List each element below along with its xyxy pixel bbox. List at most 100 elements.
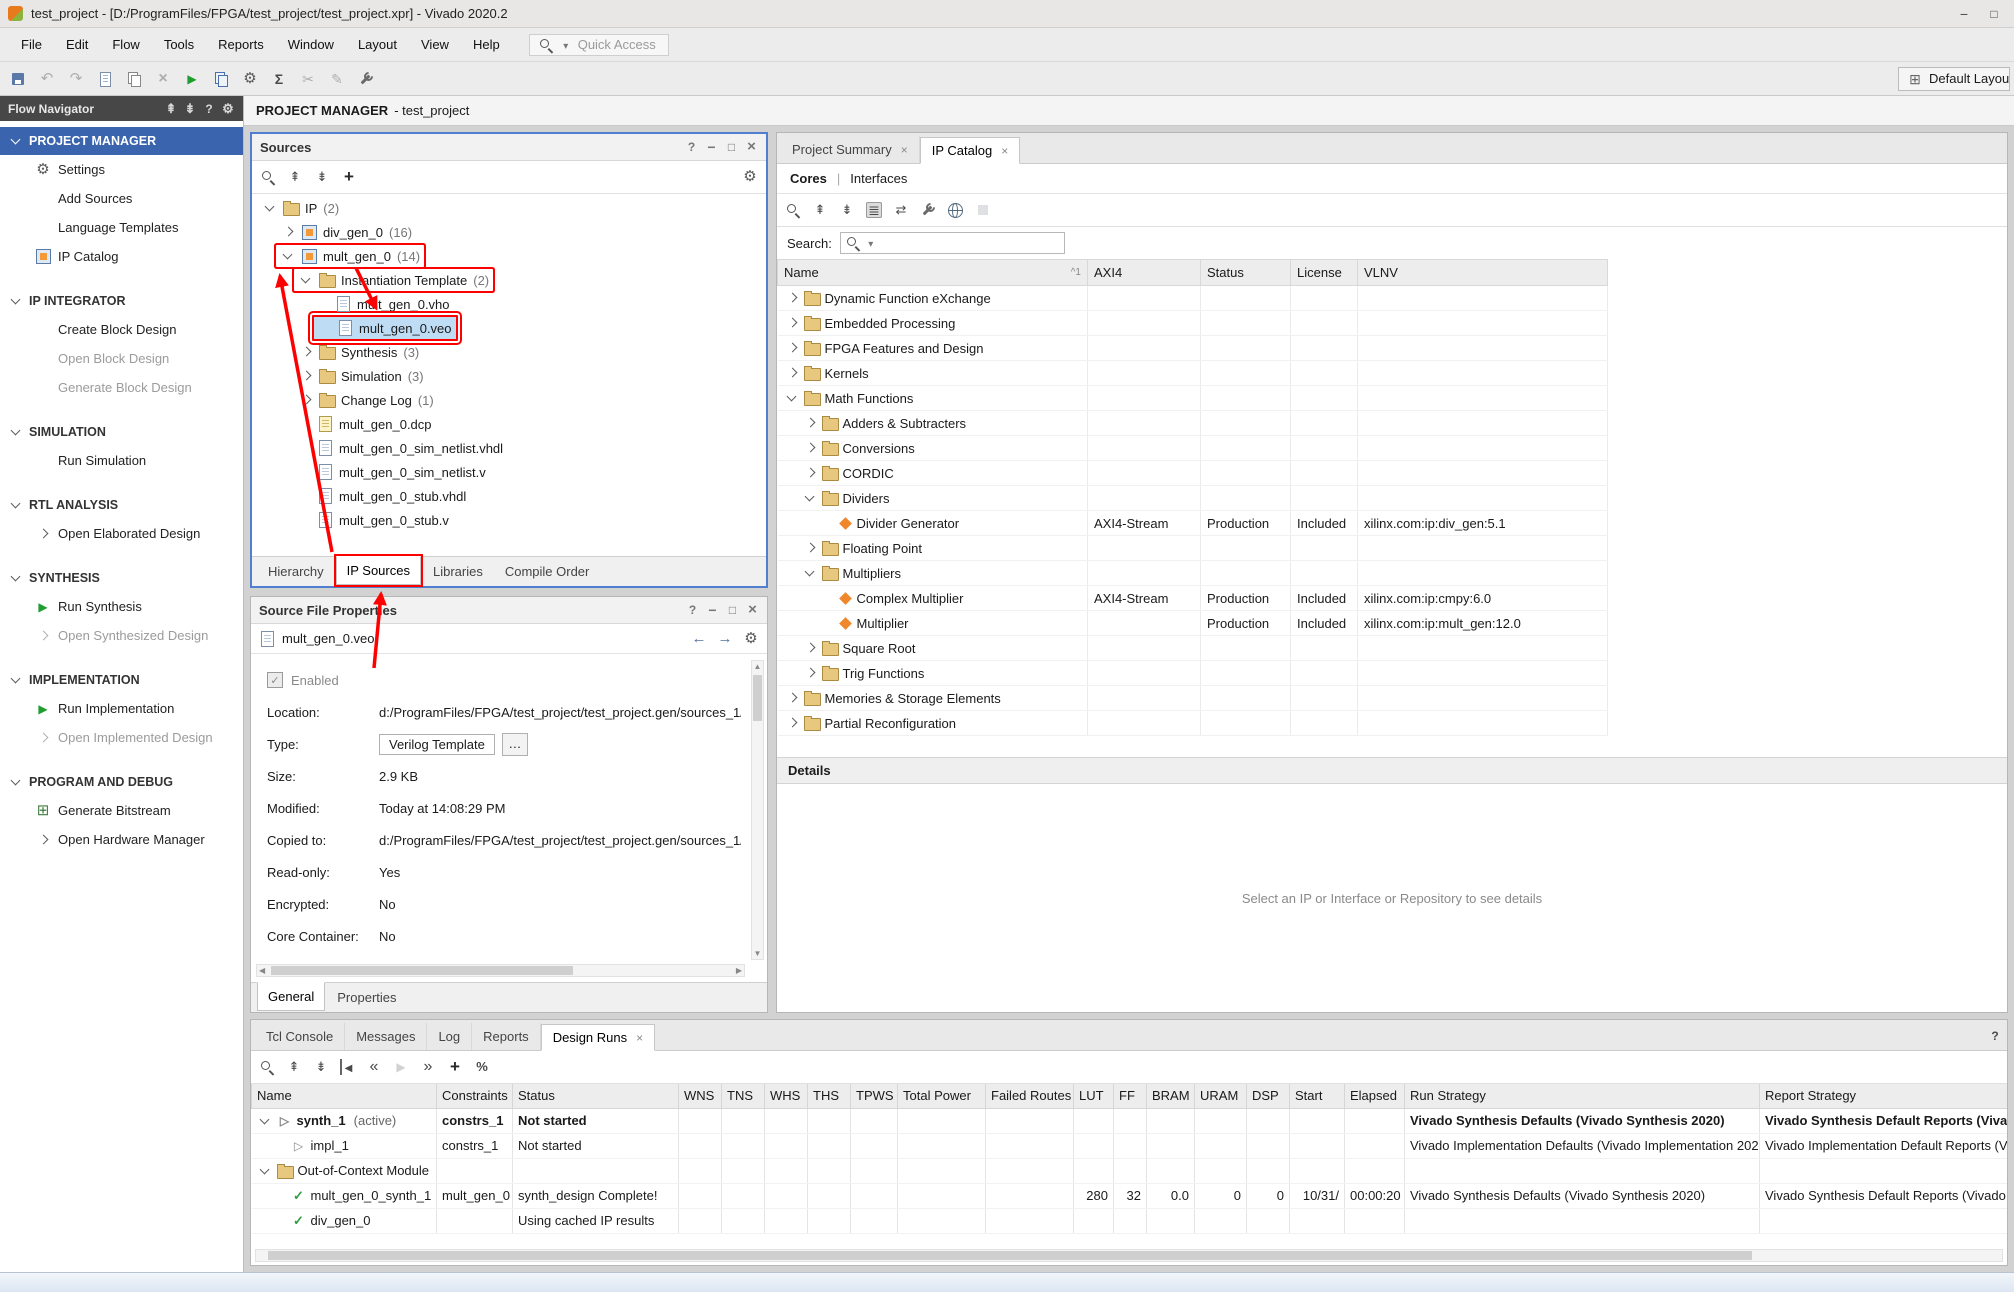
- minimize-icon[interactable]: [1956, 6, 1972, 22]
- sum-icon[interactable]: [271, 71, 287, 87]
- bottom-tab-design-runs[interactable]: Design Runs×: [541, 1024, 655, 1051]
- scroll-up-icon[interactable]: ▲: [752, 662, 763, 671]
- chevD-icon[interactable]: [8, 774, 24, 790]
- chevR-icon[interactable]: [298, 392, 314, 408]
- flownav-item-open-hardware-manager[interactable]: Open Hardware Manager: [0, 825, 243, 854]
- chevR-icon[interactable]: [298, 344, 314, 360]
- add-icon[interactable]: [341, 169, 357, 185]
- column-header-failed-routes[interactable]: Failed Routes: [986, 1084, 1074, 1108]
- chevD-icon[interactable]: [257, 1113, 273, 1129]
- ip-row-kernels[interactable]: Kernels: [778, 361, 1608, 386]
- tree-item-mult-gen-0-stub-vhdl[interactable]: mult_gen_0_stub.vhdl: [252, 484, 766, 508]
- column-header-elapsed[interactable]: Elapsed: [1345, 1084, 1405, 1108]
- collapse-icon[interactable]: [812, 202, 828, 218]
- tree-item-change-log[interactable]: Change Log(1): [252, 388, 766, 412]
- column-header-total-power[interactable]: Total Power: [898, 1084, 986, 1108]
- menu-edit[interactable]: Edit: [55, 32, 99, 57]
- expand-icon[interactable]: [183, 101, 197, 117]
- ip-row-fpga-features-and-design[interactable]: FPGA Features and Design: [778, 336, 1608, 361]
- chevR-icon[interactable]: [784, 290, 800, 306]
- play-icon[interactable]: [393, 1059, 409, 1075]
- menu-view[interactable]: View: [410, 32, 460, 57]
- column-header-lut[interactable]: LUT: [1074, 1084, 1114, 1108]
- quick-access-box[interactable]: Quick Access: [529, 34, 669, 56]
- collapse-icon[interactable]: [164, 101, 178, 117]
- vertical-scrollbar[interactable]: ▲ ▼: [751, 660, 764, 960]
- close-icon[interactable]: [746, 602, 759, 618]
- column-header-start[interactable]: Start: [1290, 1084, 1345, 1108]
- ip-row-dynamic-function-exchange[interactable]: Dynamic Function eXchange: [778, 286, 1608, 311]
- flow-section-header-project-manager[interactable]: PROJECT MANAGER: [0, 127, 243, 155]
- chevD-icon[interactable]: [784, 390, 800, 406]
- chevD-icon[interactable]: [280, 248, 296, 264]
- copy-icon[interactable]: [126, 71, 142, 87]
- flownav-item-open-block-design[interactable]: Open Block Design: [0, 344, 243, 373]
- percent-icon[interactable]: [474, 1059, 490, 1075]
- close-icon[interactable]: [745, 139, 758, 155]
- delete-icon[interactable]: [155, 71, 171, 87]
- ip-row-cordic[interactable]: CORDIC: [778, 461, 1608, 486]
- expand-icon[interactable]: [839, 202, 855, 218]
- ip-row-multiplier[interactable]: MultiplierProductionIncludedxilinx.com:i…: [778, 611, 1608, 636]
- tree-item-ip[interactable]: IP(2): [252, 196, 766, 220]
- sources-tab-compile-order[interactable]: Compile Order: [495, 557, 600, 586]
- edit-icon[interactable]: [329, 71, 345, 87]
- scroll-left-icon[interactable]: ◀: [259, 965, 265, 976]
- flow-section-header-program-and-debug[interactable]: PROGRAM AND DEBUG: [0, 768, 243, 796]
- chevR-icon[interactable]: [802, 640, 818, 656]
- tree-item-mult-gen-0-stub-v[interactable]: mult_gen_0_stub.v: [252, 508, 766, 532]
- chevR-icon[interactable]: [802, 440, 818, 456]
- scroll-down-icon[interactable]: ▼: [752, 949, 763, 958]
- world-icon[interactable]: [948, 203, 963, 218]
- chevR-icon[interactable]: [784, 340, 800, 356]
- expand-icon[interactable]: [313, 1059, 329, 1075]
- flownav-item-generate-bitstream[interactable]: Generate Bitstream: [0, 796, 243, 825]
- ip-row-divider-generator[interactable]: Divider GeneratorAXI4-StreamProductionIn…: [778, 511, 1608, 536]
- chevD-icon[interactable]: [8, 133, 24, 149]
- column-header-run-strategy[interactable]: Run Strategy: [1405, 1084, 1760, 1108]
- flownav-item-open-elaborated-design[interactable]: Open Elaborated Design: [0, 519, 243, 548]
- tree-item-mult-gen-0-vho[interactable]: mult_gen_0.vho: [252, 292, 766, 316]
- chevD-icon[interactable]: [257, 1163, 273, 1179]
- flownav-item-generate-block-design[interactable]: Generate Block Design: [0, 373, 243, 402]
- help-icon[interactable]: [686, 602, 699, 618]
- ip-row-floating-point[interactable]: Floating Point: [778, 536, 1608, 561]
- column-header-report-strategy[interactable]: Report Strategy: [1760, 1084, 2008, 1108]
- document-tab-ip-catalog[interactable]: IP Catalog×: [920, 137, 1020, 164]
- ip-row-dividers[interactable]: Dividers: [778, 486, 1608, 511]
- search-icon[interactable]: [260, 169, 276, 185]
- chevR-icon[interactable]: [802, 465, 818, 481]
- menu-file[interactable]: File: [10, 32, 53, 57]
- collapse-icon[interactable]: [287, 169, 303, 185]
- column-header-license[interactable]: License: [1291, 260, 1358, 286]
- column-header-whs[interactable]: WHS: [765, 1084, 808, 1108]
- run-row-div-gen-0[interactable]: div_gen_0Using cached IP results: [252, 1208, 2008, 1233]
- ip-row-square-root[interactable]: Square Root: [778, 636, 1608, 661]
- tree-item-mult-gen-0[interactable]: mult_gen_0(14): [252, 244, 766, 268]
- column-header-tpws[interactable]: TPWS: [851, 1084, 898, 1108]
- chevR-icon[interactable]: [802, 415, 818, 431]
- ip-row-partial-reconfiguration[interactable]: Partial Reconfiguration: [778, 711, 1608, 736]
- menu-reports[interactable]: Reports: [207, 32, 275, 57]
- bottom-tab-messages[interactable]: Messages: [345, 1023, 427, 1050]
- flownav-item-ip-catalog[interactable]: IP Catalog: [0, 242, 243, 271]
- chevR-icon[interactable]: [784, 365, 800, 381]
- fast-back-icon[interactable]: [366, 1059, 382, 1075]
- settings-icon[interactable]: [221, 101, 235, 117]
- flownav-item-settings[interactable]: Settings: [0, 155, 243, 184]
- run-row-out-of-context-module-runs[interactable]: Out-of-Context Module Runs: [252, 1158, 2008, 1183]
- ip-row-memories-storage-elements[interactable]: Memories & Storage Elements: [778, 686, 1608, 711]
- flownav-item-open-implemented-design[interactable]: Open Implemented Design: [0, 723, 243, 752]
- tree-item-mult-gen-0-sim-netlist-vhdl[interactable]: mult_gen_0_sim_netlist.vhdl: [252, 436, 766, 460]
- flownav-item-add-sources[interactable]: Add Sources: [0, 184, 243, 213]
- ip-row-multipliers[interactable]: Multipliers: [778, 561, 1608, 586]
- float-icon[interactable]: [726, 602, 739, 618]
- chevD-icon[interactable]: [8, 497, 24, 513]
- scroll-right-icon[interactable]: ▶: [736, 965, 742, 976]
- column-header-constraints[interactable]: Constraints: [437, 1084, 513, 1108]
- chevR-icon[interactable]: [784, 690, 800, 706]
- report-icon[interactable]: [97, 71, 113, 87]
- column-header-dsp[interactable]: DSP: [1247, 1084, 1290, 1108]
- help-icon[interactable]: [1987, 1028, 2003, 1044]
- collapse-icon[interactable]: [286, 1059, 302, 1075]
